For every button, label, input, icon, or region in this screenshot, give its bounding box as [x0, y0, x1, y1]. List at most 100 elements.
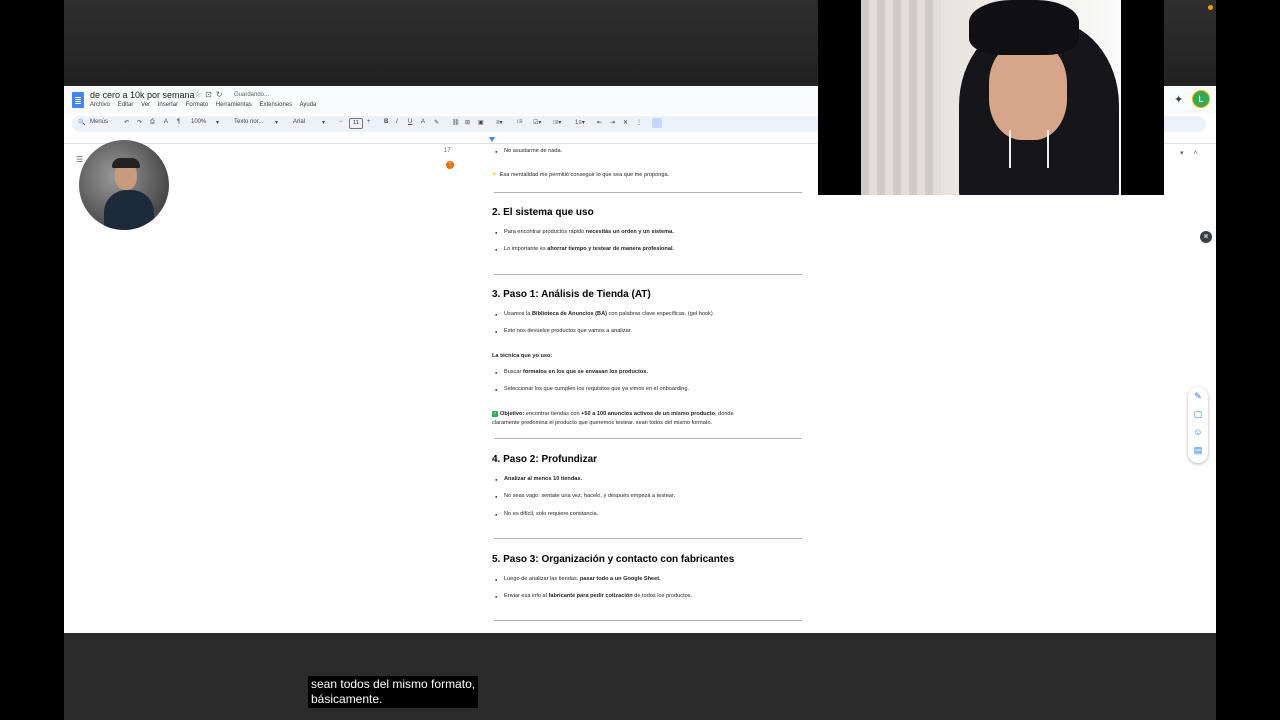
divider — [494, 192, 802, 193]
move-folder-icon[interactable]: ⊡ — [205, 90, 216, 99]
collapse-chevron-icon[interactable]: ˄ — [1194, 150, 1208, 157]
suggest-edits-icon[interactable]: ▤ — [1188, 441, 1208, 459]
sync-icon[interactable]: ↻ — [216, 90, 227, 99]
floating-badge-icon[interactable]: ⌘ — [1200, 231, 1212, 243]
saving-status: Guardando... — [234, 92, 270, 98]
highlight-icon[interactable]: ✎ — [434, 119, 439, 126]
menu-bar: Archivo Editar Ver Insertar Formato Herr… — [90, 102, 322, 108]
page-number: 17 — [444, 148, 451, 154]
star-icon[interactable]: ☆ — [194, 90, 205, 99]
style-chevron-icon[interactable]: ▾ — [275, 119, 278, 126]
add-comment-icon[interactable]: ▢ — [1188, 405, 1208, 423]
menu-insertar[interactable]: Insertar — [158, 102, 178, 108]
ruler-indent-marker[interactable] — [489, 137, 495, 142]
underline-icon[interactable]: U — [408, 119, 412, 125]
list-item-bold: Biblioteca de Anuncios (BA) — [531, 311, 607, 317]
list-item-text: Usamos la — [504, 311, 532, 317]
gemini-icon[interactable]: ✦ — [1174, 93, 1183, 106]
section-heading: 2. El sistema que uso — [492, 207, 594, 218]
section-heading: 5. Paso 3: Organización y contacto con f… — [492, 554, 735, 565]
menu-editar[interactable]: Editar — [118, 102, 134, 108]
image-icon[interactable]: ▣ — [478, 119, 484, 126]
list-item: Analizar al menos 10 tiendas. — [495, 476, 582, 482]
zoom-select[interactable]: 100% — [191, 119, 206, 125]
zoom-chevron-icon[interactable]: ▾ — [216, 119, 219, 126]
menu-herramientas[interactable]: Herramientas — [216, 102, 252, 108]
list-item-text: Para encontrar productos rápido — [504, 229, 586, 235]
list-item-text: Luego de analizar las tiendas, — [504, 576, 580, 582]
clear-formatting-icon[interactable]: ✕ — [623, 119, 628, 126]
title-action-icons[interactable]: ☆⊡↻ — [194, 90, 227, 99]
align-icon[interactable]: ≡▾ — [496, 119, 503, 126]
objective-line: ✓ Objetivo: encontrar tiendas con +50 a 1… — [492, 411, 734, 417]
sparkle-icon: ✦ — [492, 172, 497, 178]
list-item: Lo importante es ahorrar tiempo y testea… — [495, 246, 674, 252]
menu-formato[interactable]: Formato — [186, 102, 208, 108]
list-item-bold: necesitás un orden y un sistema. — [585, 229, 674, 235]
toolbar-collapse-icons[interactable]: ▾˄ — [1180, 149, 1208, 157]
editing-mode-button[interactable] — [652, 118, 662, 128]
menu-ayuda[interactable]: Ayuda — [299, 102, 316, 108]
comment-icon[interactable]: ⊞ — [465, 119, 470, 126]
section-heading: 3. Paso 1: Análisis de Tienda (AT) — [492, 289, 651, 300]
line-spacing-icon[interactable]: ↕≡ — [516, 119, 523, 125]
objective-label: Objetivo: — [500, 411, 525, 417]
font-select[interactable]: Arial — [293, 119, 305, 125]
edit-suggest-icon[interactable]: ✎ — [1188, 387, 1208, 405]
decrease-font-icon[interactable]: − — [339, 119, 343, 125]
recording-indicator — [1208, 5, 1213, 10]
subtitle-line-2: básicamente. — [311, 692, 383, 706]
document-outline-icon[interactable]: ☰ — [76, 155, 83, 164]
document-title[interactable]: de cero a 10k por semana — [90, 90, 195, 100]
paint-format-icon[interactable]: ¶ — [177, 119, 180, 125]
warning-icon[interactable]: ! — [446, 161, 454, 169]
spellcheck-icon[interactable]: A — [164, 119, 168, 125]
checklist-icon[interactable]: ☑▾ — [533, 119, 541, 126]
webcam-overlay — [818, 0, 1164, 195]
bold-icon[interactable]: B — [384, 119, 388, 125]
webcam-feed — [861, 0, 1121, 195]
text-color-icon[interactable]: A — [421, 119, 425, 125]
list-item: Usamos la Biblioteca de Anuncios (BA) co… — [495, 311, 713, 317]
list-item-text: Enviar esa info al — [504, 593, 549, 599]
style-select[interactable]: Texto nor... — [234, 119, 263, 125]
mode-chevron-icon[interactable]: ▾ — [1180, 150, 1194, 157]
list-item: No asustarme de nada. — [495, 148, 562, 154]
list-item-text: de todos los productos. — [632, 593, 693, 599]
print-icon[interactable]: ⎙ — [150, 119, 155, 126]
bulleted-list-icon[interactable]: ⁝≡▾ — [553, 119, 561, 126]
section-heading: 4. Paso 2: Profundizar — [492, 454, 598, 465]
video-subtitle: sean todos del mismo formato, básicament… — [308, 676, 479, 708]
decrease-indent-icon[interactable]: ⇤ — [597, 119, 602, 126]
list-item: Seleccionar los que cumplen los requisit… — [495, 386, 689, 392]
increase-font-icon[interactable]: + — [367, 119, 371, 125]
emoji-icon[interactable]: ☺ — [1188, 423, 1208, 441]
document-page[interactable]: No asustarme de nada. ✦Esa mentalidad me… — [492, 144, 802, 633]
search-icon[interactable]: 🔍 — [78, 119, 85, 126]
font-size-input[interactable]: 11 — [349, 118, 363, 129]
italic-icon[interactable]: I — [396, 119, 398, 125]
list-item-bold: pasar todo a un Google Sheet. — [579, 576, 661, 582]
user-avatar[interactable]: L — [1192, 90, 1210, 108]
technique-label: La técnica que yo uso: — [492, 353, 553, 359]
list-item-text: Buscar — [504, 369, 523, 375]
redo-icon[interactable]: ↷ — [137, 119, 142, 126]
mentality-text: Esa mentalidad me permitió conseguir lo … — [499, 172, 670, 178]
link-icon[interactable]: ⛓ — [452, 119, 460, 126]
list-item: Buscar formatos en los que se envasan lo… — [495, 369, 648, 375]
list-item: Esto nos devuelve productos que vamos a … — [495, 328, 632, 334]
presenter-avatar — [79, 140, 169, 230]
docs-logo-icon[interactable] — [72, 92, 84, 108]
increase-indent-icon[interactable]: ⇥ — [610, 119, 615, 126]
video-bottom-bar — [64, 633, 1216, 720]
menu-ver[interactable]: Ver — [141, 102, 150, 108]
menu-extensiones[interactable]: Extensiones — [259, 102, 292, 108]
more-options-icon[interactable]: ⋮ — [636, 119, 642, 126]
undo-icon[interactable]: ↶ — [124, 119, 129, 126]
numbered-list-icon[interactable]: 1≡▾ — [575, 119, 585, 126]
font-chevron-icon[interactable]: ▾ — [322, 119, 325, 126]
search-menus-button[interactable]: Menús — [90, 119, 108, 125]
list-item-text: con palabras clave específicas. (gel hoo… — [607, 311, 713, 317]
menu-archivo[interactable]: Archivo — [90, 102, 110, 108]
objective-text: , donde — [714, 411, 734, 417]
